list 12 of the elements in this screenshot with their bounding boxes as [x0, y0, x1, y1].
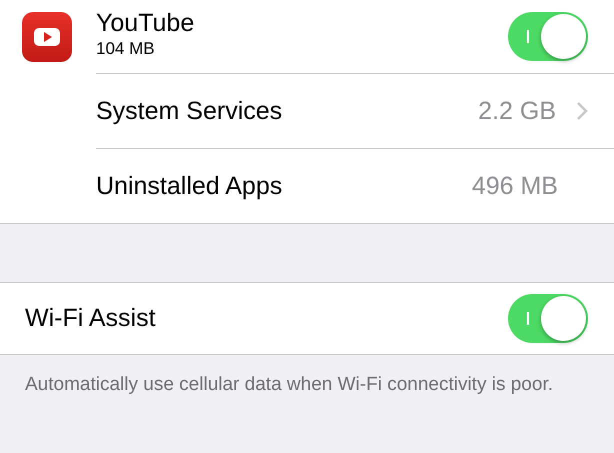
toggle-switch[interactable]	[508, 12, 588, 61]
chevron-icon	[576, 101, 588, 121]
row-value: 2.2 GB	[478, 96, 556, 126]
app-icon	[22, 12, 72, 62]
row-label: System Services	[96, 96, 284, 126]
row-label: Uninstalled Apps	[96, 172, 284, 200]
footer-note: Automatically use cellular data when Wi-Fi connectivity is poor.	[25, 373, 554, 397]
app-size: 104 MB	[96, 38, 156, 60]
app-name: YouTube	[96, 8, 196, 38]
toggle-switch[interactable]	[508, 294, 588, 343]
row-value: 496 MB	[472, 172, 558, 200]
setting-label: Wi-Fi Assist	[25, 304, 157, 333]
